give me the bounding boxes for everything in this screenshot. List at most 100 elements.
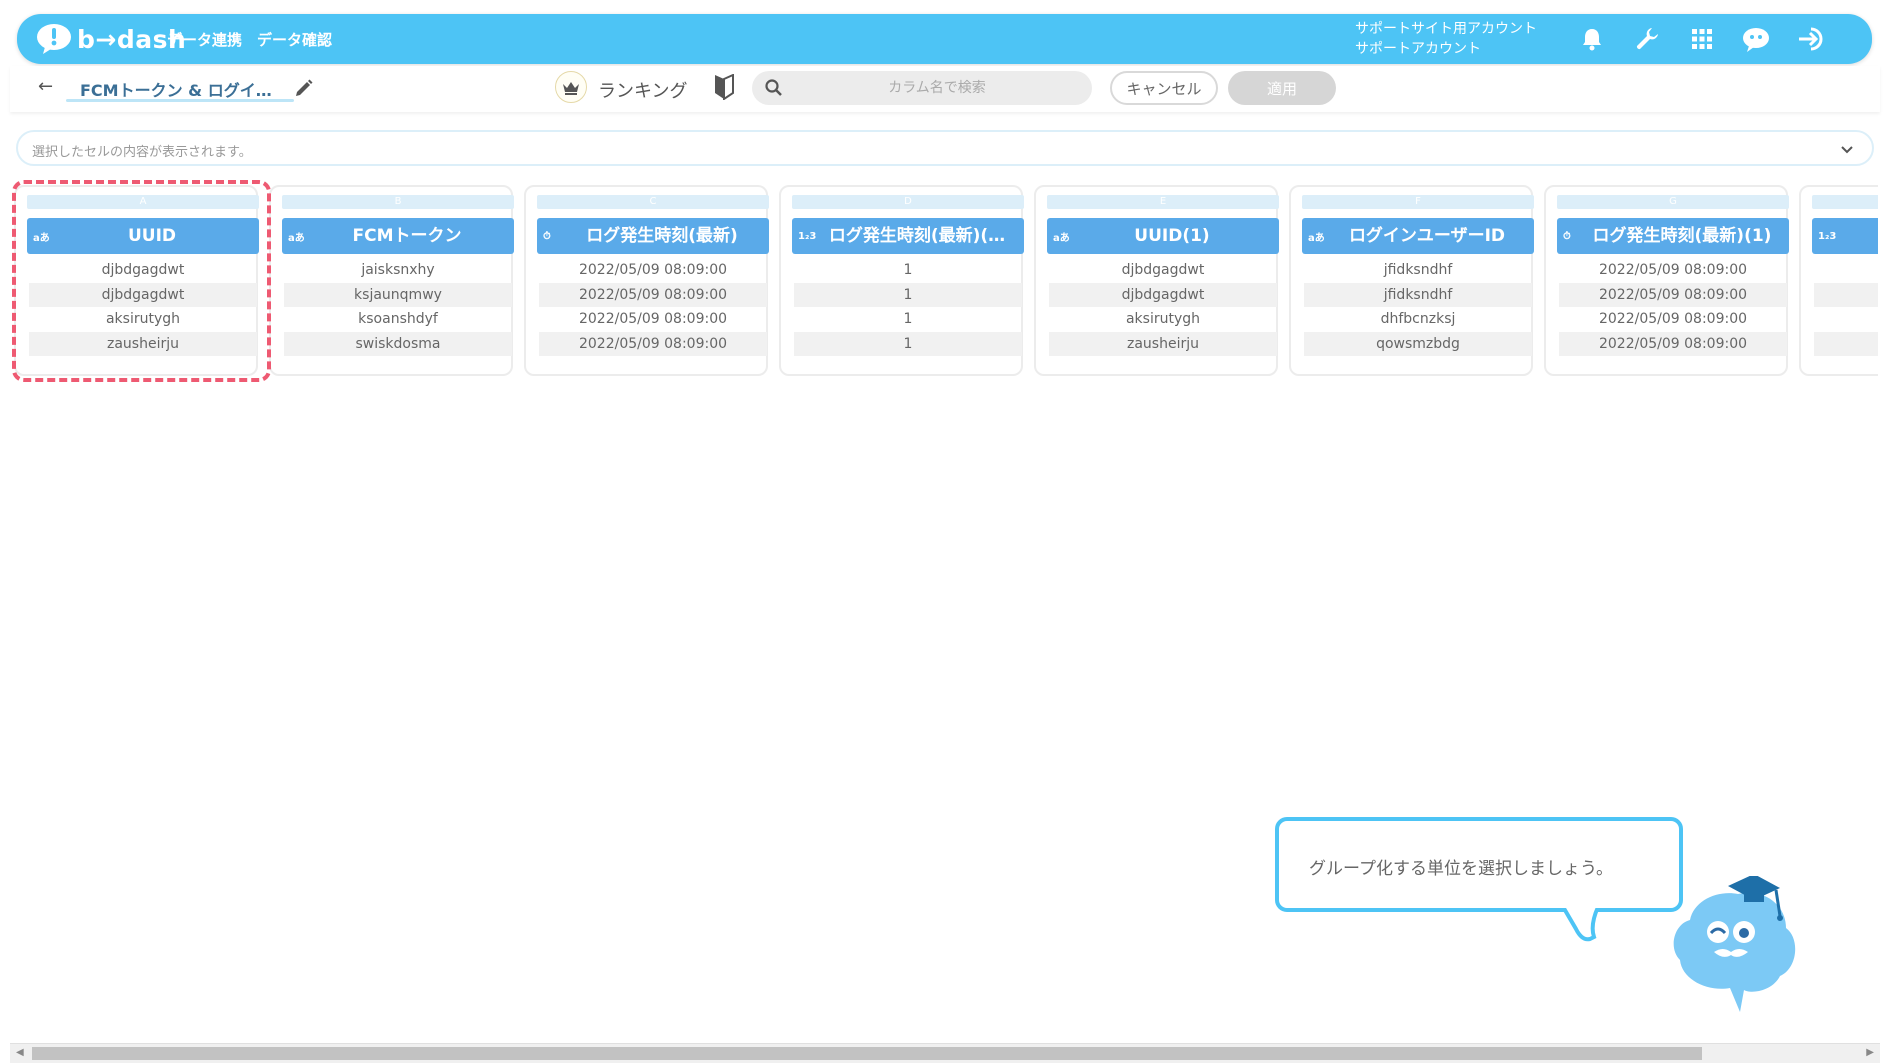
wrench-icon[interactable] bbox=[1632, 24, 1662, 54]
sub-toolbar: ← FCMトークン & ログイ… ランキング キャンセル 適用 bbox=[10, 66, 1880, 112]
table-cell[interactable]: 1 bbox=[794, 283, 1022, 307]
column-header-label: ログインユーザーID bbox=[1348, 226, 1506, 246]
column-card[interactable]: G ⏱ ログ発生時刻(最新)(1) 2022/05/09 08:09:00 2022/0… bbox=[1544, 185, 1789, 376]
search-icon bbox=[765, 79, 782, 96]
top-header: b→dash データ連携 データ確認 サポートサイト用アカウント サポートアカウ… bbox=[17, 14, 1872, 64]
table-cell[interactable]: 2022/05/09 08:09:00 bbox=[1559, 307, 1787, 331]
scroll-right-arrow-icon[interactable]: ▶ bbox=[1866, 1047, 1874, 1058]
table-cell[interactable]: 2022/05/09 08:09:00 bbox=[1559, 258, 1787, 282]
column-card[interactable]: Eaあ UUID(1) djbdgagdwt djbdgagdwt aksirutygh… bbox=[1034, 185, 1279, 376]
table-cell[interactable]: djbdgagdwt bbox=[1049, 283, 1277, 307]
column-letter bbox=[1812, 195, 1878, 209]
column-type-icon: ⏱ bbox=[1563, 230, 1571, 242]
account-line-1: サポートサイト用アカウント bbox=[1355, 21, 1537, 37]
table-cell[interactable]: 1 bbox=[794, 307, 1022, 331]
table-cell[interactable]: djbdgagdwt bbox=[29, 283, 257, 307]
column-header[interactable]: aあ UUID bbox=[27, 218, 259, 254]
account-info[interactable]: サポートサイト用アカウント サポートアカウント bbox=[1355, 19, 1537, 59]
guide-tooltip-text: グループ化する単位を選択しましょう。 bbox=[1309, 859, 1613, 879]
table-cell[interactable]: 2022/05/09 08:09:00 bbox=[539, 258, 767, 282]
app-root: b→dash データ連携 データ確認 サポートサイト用アカウント サポートアカウ… bbox=[0, 0, 1890, 1063]
cancel-button[interactable]: キャンセル bbox=[1110, 71, 1218, 105]
table-cell[interactable]: swiskdosma bbox=[284, 332, 512, 356]
table-cell[interactable] bbox=[1814, 258, 1878, 282]
table-cell[interactable]: ksoanshdyf bbox=[284, 307, 512, 331]
beginner-mark-icon[interactable] bbox=[713, 74, 735, 100]
cell-content-bar[interactable]: 選択したセルの内容が表示されます。 bbox=[16, 130, 1874, 166]
nav-data-check[interactable]: データ確認 bbox=[257, 14, 332, 64]
table-cell[interactable] bbox=[1814, 283, 1878, 307]
column-type-icon: 1₂3 bbox=[798, 230, 817, 242]
logout-icon[interactable] bbox=[1797, 24, 1827, 54]
column-type-icon: aあ bbox=[1308, 232, 1325, 244]
mascot-character-icon bbox=[1673, 876, 1796, 1012]
column-card[interactable]: Aaあ UUID djbdgagdwt djbdgagdwt aksirutygh zau… bbox=[14, 185, 259, 376]
logo-bubble-icon bbox=[37, 24, 71, 54]
table-cell[interactable]: 2022/05/09 08:09:00 bbox=[539, 283, 767, 307]
scroll-left-arrow-icon[interactable]: ◀ bbox=[16, 1047, 24, 1058]
table-cell[interactable]: zausheirju bbox=[29, 332, 257, 356]
table-cell[interactable]: jfidksndhf bbox=[1304, 258, 1532, 282]
column-header-label: ログ発生時刻(最新)(1) bbox=[1592, 226, 1772, 246]
table-cell[interactable]: dhfbcnzksj bbox=[1304, 307, 1532, 331]
apply-button[interactable]: 適用 bbox=[1228, 71, 1336, 105]
bell-icon[interactable] bbox=[1577, 24, 1607, 54]
column-header-label: UUID(1) bbox=[1134, 226, 1210, 246]
table-cell[interactable]: zausheirju bbox=[1049, 332, 1277, 356]
column-header-label: ログ発 bbox=[1838, 218, 1878, 254]
column-type-icon: aあ bbox=[33, 232, 50, 244]
nav-data-integration[interactable]: データ連携 bbox=[167, 14, 242, 64]
table-cell[interactable]: 1 bbox=[794, 332, 1022, 356]
table-cell[interactable]: ksjaunqmwy bbox=[284, 283, 512, 307]
column-card[interactable]: 1₂3ログ発 bbox=[1799, 185, 1878, 376]
search-input[interactable] bbox=[792, 71, 1082, 105]
column-letter: D bbox=[792, 195, 1024, 209]
table-cell[interactable]: jaisksnxhy bbox=[284, 258, 512, 282]
table-cell[interactable]: 1 bbox=[794, 258, 1022, 282]
apps-grid-icon[interactable] bbox=[1687, 24, 1717, 54]
column-header-label: ログ発生時刻(最新)(… bbox=[828, 226, 1006, 246]
table-cell[interactable]: djbdgagdwt bbox=[1049, 258, 1277, 282]
column-header[interactable]: 1₂3ログ発 bbox=[1812, 218, 1878, 254]
column-letter: E bbox=[1047, 195, 1279, 209]
cell-content-placeholder: 選択したセルの内容が表示されます。 bbox=[32, 145, 252, 160]
column-header[interactable]: aあ UUID(1) bbox=[1047, 218, 1279, 254]
scrollbar-thumb[interactable] bbox=[32, 1047, 1702, 1060]
column-grid: Aaあ UUID djbdgagdwt djbdgagdwt aksirutygh zau… bbox=[14, 182, 1878, 377]
crown-icon bbox=[555, 71, 587, 103]
column-letter: G bbox=[1557, 195, 1789, 209]
column-header[interactable]: aあ FCMトークン bbox=[282, 218, 514, 254]
column-letter: F bbox=[1302, 195, 1534, 209]
table-cell[interactable]: 2022/05/09 08:09:00 bbox=[1559, 283, 1787, 307]
column-card[interactable]: C ⏱ ログ発生時刻(最新) 2022/05/09 08:09:00 2022/05/0… bbox=[524, 185, 769, 376]
table-cell[interactable] bbox=[1814, 332, 1878, 356]
table-cell[interactable] bbox=[1814, 307, 1878, 331]
table-cell[interactable]: aksirutygh bbox=[29, 307, 257, 331]
column-card[interactable]: Baあ FCMトークン jaisksnxhy ksjaunqmwy ksoanshdyf… bbox=[269, 185, 514, 376]
mascot-support-icon[interactable] bbox=[1741, 24, 1771, 54]
project-name-underline bbox=[66, 99, 294, 102]
column-card[interactable]: D 1₂3 ログ発生時刻(最新)(… 1 1 1 1 bbox=[779, 185, 1024, 376]
table-cell[interactable]: 2022/05/09 08:09:00 bbox=[1559, 332, 1787, 356]
column-header[interactable]: 1₂3 ログ発生時刻(最新)(… bbox=[792, 218, 1024, 254]
table-cell[interactable]: aksirutygh bbox=[1049, 307, 1277, 331]
column-header[interactable]: ⏱ ログ発生時刻(最新) bbox=[537, 218, 769, 254]
column-type-icon: 1₂3 bbox=[1818, 230, 1837, 242]
chevron-down-icon[interactable] bbox=[1838, 140, 1856, 158]
table-cell[interactable]: jfidksndhf bbox=[1304, 283, 1532, 307]
column-header[interactable]: aあ ログインユーザーID bbox=[1302, 218, 1534, 254]
column-header[interactable]: ⏱ ログ発生時刻(最新)(1) bbox=[1557, 218, 1789, 254]
column-letter: B bbox=[282, 195, 514, 209]
pencil-edit-icon[interactable] bbox=[294, 78, 314, 98]
table-cell[interactable]: qowsmzbdg bbox=[1304, 332, 1532, 356]
table-cell[interactable]: 2022/05/09 08:09:00 bbox=[539, 307, 767, 331]
back-arrow-icon[interactable]: ← bbox=[38, 76, 53, 97]
logo[interactable]: b→dash bbox=[35, 22, 186, 56]
project-name[interactable]: FCMトークン & ログイ… bbox=[80, 77, 272, 101]
column-card[interactable]: Faあ ログインユーザーID jfidksndhf jfidksndhf dhfbcnz… bbox=[1289, 185, 1534, 376]
account-line-2: サポートアカウント bbox=[1355, 41, 1481, 57]
table-cell[interactable]: djbdgagdwt bbox=[29, 258, 257, 282]
tooltip-tail bbox=[1560, 905, 1600, 942]
table-cell[interactable]: 2022/05/09 08:09:00 bbox=[539, 332, 767, 356]
horizontal-scrollbar[interactable]: ◀ ▶ bbox=[10, 1043, 1880, 1063]
